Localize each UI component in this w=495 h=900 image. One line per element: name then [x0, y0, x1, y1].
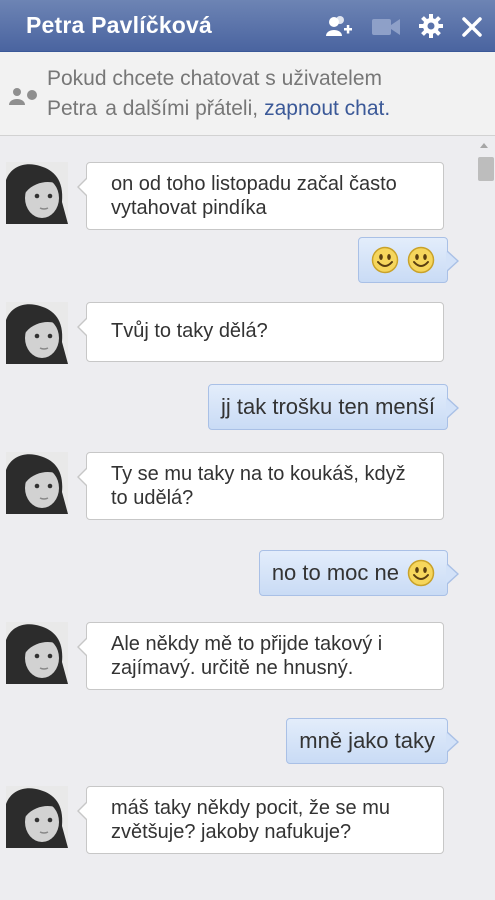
close-icon[interactable] — [461, 16, 483, 38]
message-incoming: Ty se mu taky na to koukáš, když to uděl… — [77, 452, 444, 520]
notice-contact-name: Petra — [47, 97, 98, 120]
message-outgoing: mně jako taky — [286, 718, 459, 764]
message-outgoing — [358, 237, 459, 283]
avatar-image — [6, 452, 68, 514]
message-outgoing: jj tak trošku ten menší — [208, 384, 459, 430]
smiley-emoji-icon — [407, 246, 435, 274]
message-incoming: Tvůj to taky dělá? — [77, 302, 444, 362]
message-outgoing: no to moc ne — [258, 550, 460, 596]
avatar-image — [6, 162, 68, 224]
contact-avatar[interactable] — [6, 622, 68, 684]
message-text: no to moc ne — [271, 560, 399, 585]
scrollbar-thumb[interactable] — [478, 157, 494, 181]
video-call-icon[interactable] — [371, 16, 401, 38]
avatar-image — [6, 622, 68, 684]
gear-icon[interactable] — [418, 13, 444, 39]
smiley-emoji-icon — [371, 246, 399, 274]
message-text: jj tak trošku ten menší — [221, 394, 435, 419]
message-incoming: on od toho listopadu začal často vytahov… — [77, 162, 444, 230]
message-incoming: Ale někdy mě to přijde takový i zajímavý… — [77, 622, 444, 690]
message-text: máš taky někdy pocit, že se mu zvětšuje?… — [111, 797, 391, 843]
contact-avatar[interactable] — [6, 302, 68, 364]
avatar-image — [6, 302, 68, 364]
message-text: on od toho listopadu začal často vytahov… — [111, 173, 397, 219]
message-text: Tvůj to taky dělá? — [111, 320, 268, 342]
notice-line-1: Pokud chcete chatovat s uživatelem — [47, 67, 383, 90]
enable-chat-link[interactable]: zapnout chat. — [264, 94, 390, 124]
notice-line-2: a dalšími přáteli, — [105, 97, 259, 120]
scroll-up-arrow[interactable] — [480, 143, 488, 148]
chat-title[interactable]: Petra Pavlíčková — [26, 12, 212, 39]
message-text: mně jako taky — [299, 728, 435, 753]
scrollbar[interactable] — [476, 145, 495, 900]
contact-avatar[interactable] — [6, 786, 68, 848]
avatar-image — [6, 786, 68, 848]
chat-header: Petra Pavlíčková — [0, 0, 495, 52]
chat-offline-notice: Pokud chcete chatovat s uživatelem Petra… — [0, 52, 495, 136]
message-text: Ty se mu taky na to koukáš, když to uděl… — [111, 463, 406, 509]
add-friend-icon[interactable] — [324, 14, 354, 40]
people-icon — [9, 88, 37, 105]
message-text: Ale někdy mě to přijde takový i zajímavý… — [111, 633, 383, 679]
smiley-emoji-icon — [407, 559, 435, 587]
contact-avatar[interactable] — [6, 452, 68, 514]
message-incoming: máš taky někdy pocit, že se mu zvětšuje?… — [77, 786, 444, 854]
contact-avatar[interactable] — [6, 162, 68, 224]
